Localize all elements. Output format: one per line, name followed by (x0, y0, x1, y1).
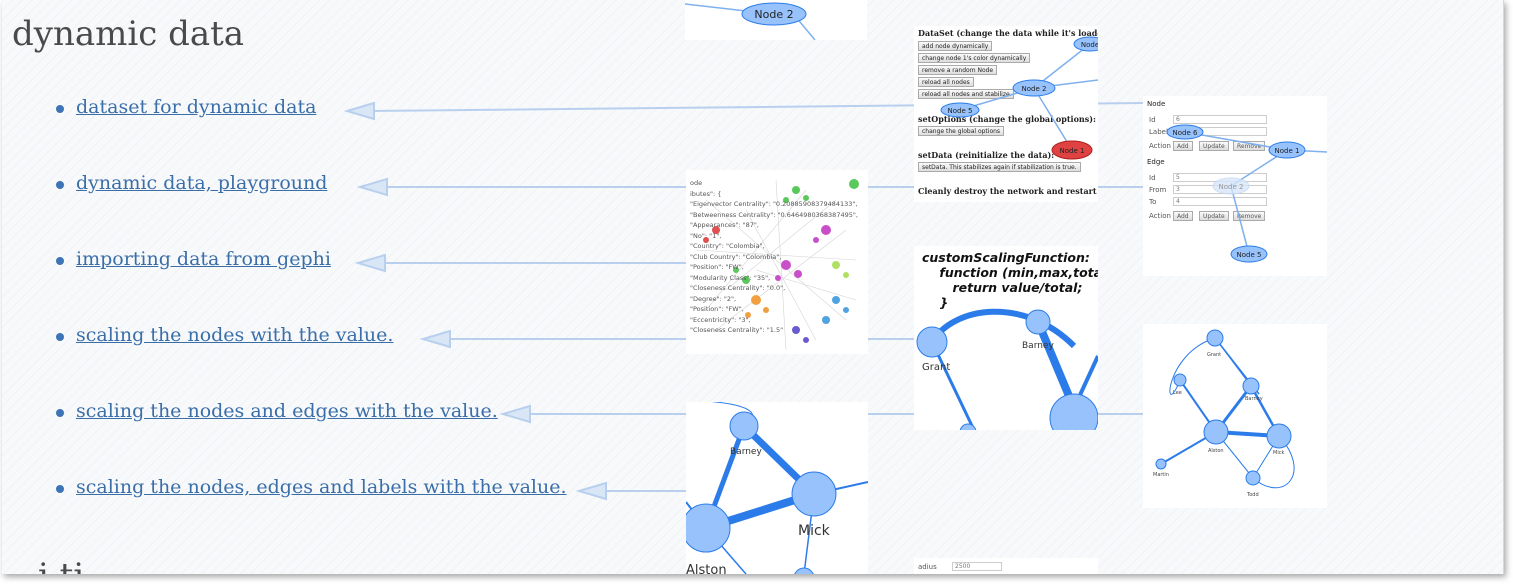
thumbnail-top-node[interactable]: Node 2 (685, 0, 867, 40)
svg-text:Barney: Barney (1245, 396, 1263, 402)
playground-network: Node 6 Node 1 Node 2 Node 5 (1166, 124, 1327, 263)
arrow-head-2 (356, 177, 388, 197)
svg-text:Alston: Alston (1208, 448, 1224, 454)
thumbnail-scaling-function[interactable]: Grant Barney customScalingFunction: func… (914, 246, 1098, 430)
thumbnail-bottom-strip[interactable]: adius 2500 (914, 558, 1098, 574)
thumbnail-playground-form[interactable]: Node Id 6 Label Node 6 Action Add Update… (1143, 96, 1327, 276)
bullet-icon (56, 181, 64, 189)
arrow-head-6 (575, 481, 607, 501)
svg-text:Lee: Lee (1173, 390, 1182, 396)
radius-input[interactable]: 2500 (952, 562, 1002, 571)
link-scaling-nodes[interactable]: scaling the nodes with the value. (76, 324, 393, 346)
svg-text:Node 2: Node 2 (1022, 85, 1047, 93)
scaling-labels-network: Barney Mick Alston (686, 402, 868, 574)
link-scaling-nodes-edges[interactable]: scaling the nodes and edges with the val… (76, 400, 498, 422)
bullet-icon (56, 257, 64, 265)
svg-text:Barney: Barney (730, 447, 762, 457)
thumbnail-scaling-labels[interactable]: Barney Mick Alston (686, 402, 868, 574)
svg-text:Node 2: Node 2 (1219, 183, 1244, 191)
bullet-icon (56, 105, 64, 113)
arrow-head-4 (419, 329, 451, 349)
next-section-title: i ti (38, 556, 84, 574)
svg-text:Grant: Grant (922, 362, 950, 373)
svg-text:Node 1: Node 1 (1060, 147, 1085, 155)
scaling-edges-network: Grant Lee Barney Alston Mick Martin Todd (1153, 329, 1295, 498)
link-dynamic-data-playground[interactable]: dynamic data, playground (76, 172, 327, 194)
section-title: dynamic data (12, 14, 245, 54)
svg-text:Martin: Martin (1153, 472, 1169, 478)
node-label: Node 2 (754, 8, 793, 21)
link-dataset-dynamic-data[interactable]: dataset for dynamic data (76, 96, 316, 118)
link-importing-gephi[interactable]: importing data from gephi (76, 248, 331, 270)
arrow-head-3 (354, 253, 386, 273)
scaling-code: customScalingFunction: function (min,max… (922, 250, 1098, 310)
bullet-icon (56, 485, 64, 493)
thumbnail-gephi[interactable]: ode ibutes": {"Eigenvector Centrality": "… (686, 170, 868, 354)
svg-text:Mick: Mick (1273, 450, 1284, 456)
svg-text:Node 5: Node 5 (1237, 251, 1262, 259)
arrow-head-1 (343, 101, 375, 121)
gephi-json-text: ode ibutes": {"Eigenvector Centrality": "… (690, 179, 858, 334)
page-frame: dynamic data i ti dataset for dynamic da… (2, 0, 1504, 574)
svg-text:Node 1: Node 1 (1275, 147, 1300, 155)
svg-text:Node 6: Node 6 (1173, 129, 1198, 137)
arrow-head-5 (499, 404, 531, 424)
svg-text:Grant: Grant (1207, 352, 1221, 358)
thumbnail-dataset[interactable]: DataSet (change the data while it's load… (914, 26, 1098, 202)
link-scaling-nodes-edges-labels[interactable]: scaling the nodes, edges and labels with… (76, 476, 567, 498)
bullet-icon (56, 409, 64, 417)
svg-text:Node: Node (1081, 41, 1098, 49)
dataset-network: Node Node 2 Node 5 Node 1 (940, 36, 1098, 160)
bullet-icon (56, 333, 64, 341)
svg-text:Todd: Todd (1246, 492, 1259, 498)
svg-text:Mick: Mick (798, 523, 831, 539)
thumbnail-scaling-edges[interactable]: Grant Lee Barney Alston Mick Martin Todd (1143, 324, 1327, 508)
svg-text:Alston: Alston (686, 563, 727, 574)
svg-text:Barney: Barney (1022, 341, 1054, 351)
svg-text:Node 5: Node 5 (948, 107, 973, 115)
